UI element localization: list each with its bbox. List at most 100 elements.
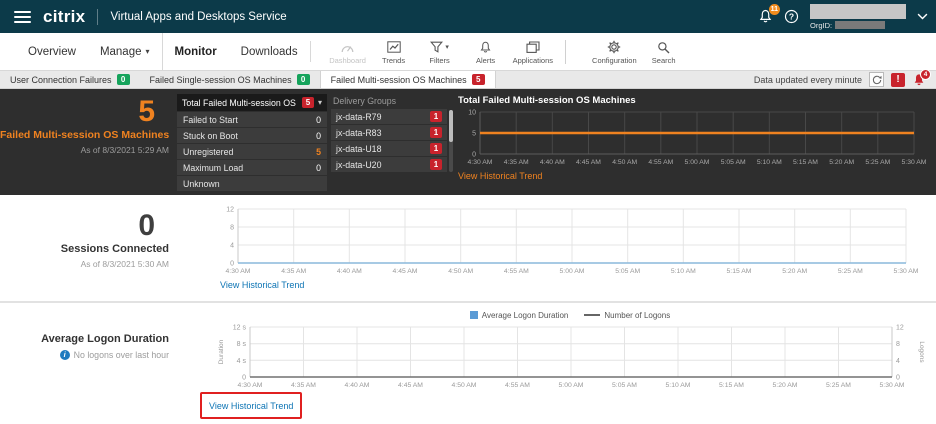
- top-bar: citrix Virtual Apps and Desktops Service…: [0, 0, 936, 33]
- nav-tool-dashboard[interactable]: Dashboard: [325, 38, 371, 65]
- svg-text:5:25 AM: 5:25 AM: [865, 159, 890, 166]
- view-historical-trend-link[interactable]: View Historical Trend: [458, 171, 542, 181]
- view-historical-trend-link[interactable]: View Historical Trend: [220, 280, 304, 290]
- svg-text:5:30 AM: 5:30 AM: [894, 268, 919, 275]
- filter-chip-failed-multi-session-os-machines[interactable]: Failed Multi-session OS Machines 5: [320, 71, 496, 88]
- svg-text:4:40 AM: 4:40 AM: [345, 382, 370, 389]
- nav-tabs: Overview Manage ▾ Monitor Downloads: [16, 33, 311, 70]
- service-title: Virtual Apps and Desktops Service: [110, 11, 286, 23]
- failed-machines-panel: 5 Failed Multi-session OS Machines As of…: [0, 89, 936, 195]
- group-count-badge: 1: [430, 159, 442, 170]
- nav-tab-monitor[interactable]: Monitor: [162, 33, 229, 70]
- svg-text:4:50 AM: 4:50 AM: [448, 268, 473, 275]
- nav-tool-configuration[interactable]: Configuration: [588, 38, 641, 65]
- svg-text:5:30 AM: 5:30 AM: [902, 159, 927, 166]
- count-badge: 0: [297, 74, 310, 85]
- svg-text:5:30 AM: 5:30 AM: [880, 382, 905, 389]
- redacted-org-id-block: [835, 21, 885, 29]
- nav-tool-alerts[interactable]: Alerts: [463, 38, 509, 65]
- refresh-icon[interactable]: [869, 72, 884, 87]
- org-id-label: OrgID:: [810, 21, 832, 30]
- search-icon: [657, 41, 670, 54]
- account-info: OrgID:: [810, 4, 906, 30]
- failure-type-row-maximum-load[interactable]: Maximum Load 0: [177, 160, 327, 175]
- sessions-connected-panel: 0 Sessions Connected As of 8/3/2021 5:30…: [0, 195, 936, 303]
- svg-text:5:05 AM: 5:05 AM: [721, 159, 746, 166]
- citrix-logo[interactable]: citrix: [43, 7, 85, 27]
- failure-type-row-stuck-on-boot[interactable]: Stuck on Boot 0: [177, 128, 327, 143]
- nav-tool-trends[interactable]: Trends: [371, 38, 417, 65]
- svg-text:10: 10: [468, 110, 476, 117]
- data-updated-note: Data updated every minute: [754, 75, 862, 85]
- nav-tab-overview[interactable]: Overview: [16, 33, 88, 70]
- nav-tab-downloads[interactable]: Downloads: [229, 33, 310, 70]
- svg-text:0: 0: [896, 375, 900, 382]
- svg-text:4:55 AM: 4:55 AM: [504, 268, 529, 275]
- scrollbar-thumb[interactable]: [449, 110, 453, 142]
- failure-type-row-unknown[interactable]: Unknown: [177, 176, 327, 191]
- chevron-down-icon: ▾: [318, 98, 322, 107]
- count-badge: 0: [117, 74, 130, 85]
- alerts-icon: [479, 41, 492, 54]
- redacted-username-block: [810, 4, 906, 19]
- primary-nav: Overview Manage ▾ Monitor Downloads: [0, 33, 936, 71]
- svg-text:5:20 AM: 5:20 AM: [782, 268, 807, 275]
- no-logons-note: No logons over last hour: [74, 350, 169, 360]
- notification-count-badge: 11: [769, 4, 780, 15]
- chevron-down-icon: ▾: [146, 47, 150, 56]
- nav-tool-applications[interactable]: Applications: [509, 38, 557, 65]
- svg-text:4:35 AM: 4:35 AM: [291, 382, 316, 389]
- notifications-bell-icon[interactable]: 11: [758, 9, 773, 24]
- svg-text:5:25 AM: 5:25 AM: [826, 382, 851, 389]
- delivery-group-row-jx-data-r79[interactable]: jx-data-R79 1: [331, 109, 447, 124]
- delivery-group-rows: jx-data-R79 1 jx-data-R83 1 jx-data-U18 …: [331, 109, 453, 172]
- svg-text:4: 4: [896, 358, 900, 365]
- chevron-down-icon[interactable]: [917, 13, 928, 20]
- nav-tab-manage[interactable]: Manage ▾: [88, 33, 162, 70]
- scrollbar[interactable]: [449, 110, 453, 172]
- chart-title: Total Failed Multi-session OS Machines: [458, 95, 928, 106]
- alerts-bell-icon[interactable]: 4: [912, 73, 926, 87]
- svg-text:Logons: Logons: [918, 341, 925, 363]
- filter-bar-right: Data updated every minute ! 4: [754, 71, 936, 88]
- failure-type-row-failed-to-start[interactable]: Failed to Start 0: [177, 112, 327, 127]
- failure-type-dropdown-label: Total Failed Multi-session OS Ma...: [182, 98, 298, 108]
- help-icon[interactable]: ?: [784, 9, 799, 24]
- delivery-group-row-jx-data-u18[interactable]: jx-data-U18 1: [331, 141, 447, 156]
- filter-chip-user-connection-failures[interactable]: User Connection Failures 0: [0, 71, 140, 88]
- monitor-tools: Dashboard Trends ▾ Filters: [325, 33, 557, 70]
- legend-item-average-logon-duration: Average Logon Duration: [470, 311, 569, 320]
- nav-tool-search[interactable]: Search: [641, 38, 687, 65]
- failure-type-count: 0: [316, 115, 321, 125]
- top-bar-actions: 11 ? OrgID:: [758, 4, 928, 30]
- view-historical-trend-link[interactable]: View Historical Trend: [209, 401, 293, 411]
- filter-chip-failed-single-session-os-machines[interactable]: Failed Single-session OS Machines 0: [140, 71, 320, 88]
- failure-type-row-unregistered[interactable]: Unregistered 5: [177, 144, 327, 159]
- sessions-summary: 0 Sessions Connected As of 8/3/2021 5:30…: [0, 211, 172, 269]
- failure-type-count: 0: [316, 163, 321, 173]
- no-logons-note-row: i No logons over last hour: [0, 350, 169, 360]
- failure-type-count: 5: [316, 147, 321, 157]
- svg-text:5:20 AM: 5:20 AM: [829, 159, 854, 166]
- logon-duration-summary: Average Logon Duration i No logons over …: [0, 333, 172, 360]
- failed-machines-chart-block: Total Failed Multi-session OS Machines 0…: [458, 95, 928, 184]
- svg-text:4:35 AM: 4:35 AM: [281, 268, 306, 275]
- hamburger-menu-icon[interactable]: [14, 11, 31, 23]
- logon-chart-block: Average Logon Duration Number of Logons …: [216, 309, 924, 419]
- svg-text:4:35 AM: 4:35 AM: [504, 159, 529, 166]
- trends-icon: [387, 41, 401, 53]
- svg-text:0: 0: [230, 261, 234, 268]
- gear-icon: [607, 40, 621, 54]
- delivery-group-row-jx-data-u20[interactable]: jx-data-U20 1: [331, 157, 447, 172]
- failure-type-dropdown[interactable]: Total Failed Multi-session OS Ma... 5 ▾: [177, 94, 327, 111]
- svg-text:12: 12: [226, 207, 234, 214]
- failure-type-count: 0: [316, 131, 321, 141]
- delivery-group-row-jx-data-r83[interactable]: jx-data-R83 1: [331, 125, 447, 140]
- chevron-down-icon: ▾: [445, 43, 449, 51]
- nav-tool-filters[interactable]: ▾ Filters: [417, 38, 463, 65]
- critical-alert-icon[interactable]: !: [891, 73, 905, 87]
- svg-text:4:50 AM: 4:50 AM: [452, 382, 477, 389]
- failed-machines-title: Failed Multi-session OS Machines: [0, 129, 169, 141]
- svg-text:Duration: Duration: [218, 339, 225, 364]
- svg-text:?: ?: [789, 11, 794, 21]
